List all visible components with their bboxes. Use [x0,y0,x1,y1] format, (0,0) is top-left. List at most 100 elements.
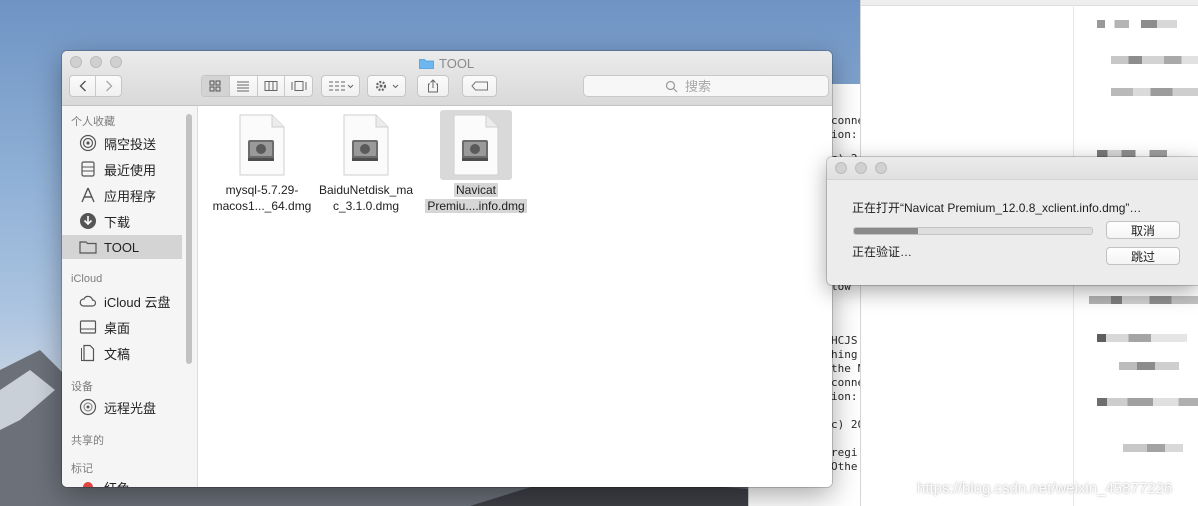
progress-fill [854,228,919,234]
file-browser: mysql-5.7.29- macos1..._64.dmg BaiduNetdi… [198,106,832,487]
sidebar-item-red-tag[interactable]: 红色 [62,475,182,487]
sidebar-item-label: 桌面 [104,320,131,336]
redacted-text [1111,88,1198,96]
redacted-text [1123,444,1183,452]
sidebar-item-label: 远程光盘 [104,400,157,416]
search-field[interactable] [583,75,829,97]
progress-bar [853,227,1093,235]
redacted-text [1097,398,1198,406]
file-name: BaiduNetdisk_ma c_3.1.0.dmg [318,183,414,213]
sidebar-section-icloud: iCloud [71,273,103,285]
column-view-button[interactable] [258,76,286,96]
finder-toolbar: TOOL [62,51,832,106]
terminal-line: hing [831,348,858,361]
minimize-button[interactable] [90,56,102,68]
terminal-line: Othe [831,460,858,473]
document-titlebar [861,0,1198,6]
tags-button[interactable] [462,75,497,97]
sidebar-item-label: 最近使用 [104,162,157,178]
minimize-button[interactable] [855,162,867,174]
redacted-text [1097,20,1177,28]
dmg-icon [330,110,402,180]
dmg-icon [440,110,512,180]
airdrop-icon [79,134,97,152]
group-by-button[interactable] [321,75,360,97]
terminal-line: regi [831,446,858,459]
file-name: mysql-5.7.29- macos1..._64.dmg [212,183,312,213]
chevron-right-icon [105,80,112,92]
sidebar-section-devices: 设备 [71,381,93,393]
gallery-view-button[interactable] [285,76,312,96]
terminal-line: HCJS [831,334,858,347]
dialog-status: 正在验证… [852,245,913,259]
sidebar-item-recents[interactable]: 最近使用 [62,157,182,181]
redacted-text [1119,362,1179,370]
redacted-text [1111,56,1198,64]
back-button[interactable] [70,76,96,96]
group-icon [328,81,353,91]
zoom-button[interactable] [110,56,122,68]
columns-icon [264,81,278,91]
terminal-line: ion: [831,128,858,141]
window-title: TOOL [419,55,474,71]
sidebar-scrollbar[interactable] [186,114,192,364]
disc-icon [79,398,97,416]
folder-icon [419,59,434,69]
share-icon [428,79,438,93]
sidebar-item-airdrop[interactable]: 隔空投送 [62,131,182,155]
recents-icon [79,160,97,178]
sidebar-item-downloads[interactable]: 下载 [62,209,182,233]
close-button[interactable] [835,162,847,174]
grid-icon [209,80,221,92]
skip-button[interactable]: 跳过 [1106,247,1180,265]
search-input[interactable] [683,77,747,95]
file-item-navicat[interactable]: Navicat Premiu....info.dmg [420,110,532,214]
sidebar-item-documents[interactable]: 文稿 [62,341,182,365]
sidebar-section-shared: 共享的 [71,435,104,447]
sidebar-item-applications[interactable]: 应用程序 [62,183,182,207]
documents-icon [79,344,97,362]
gallery-icon [291,81,307,91]
sidebar-item-icloud-drive[interactable]: iCloud 云盘 [62,289,182,313]
red-tag-icon [79,478,97,487]
sidebar: 个人收藏 隔空投送 最近使用 应用程序 下载 TOOL iCloud iClou… [62,106,198,487]
sidebar-item-label: 应用程序 [104,188,157,204]
share-button[interactable] [417,75,449,97]
forward-button[interactable] [96,76,121,96]
file-item-mysql[interactable]: mysql-5.7.29- macos1..._64.dmg [206,110,318,214]
sidebar-item-desktop[interactable]: 桌面 [62,315,182,339]
icon-view-button[interactable] [202,76,230,96]
applications-icon [79,186,97,204]
cancel-button[interactable]: 取消 [1106,221,1180,239]
zoom-button[interactable] [875,162,887,174]
sidebar-item-label: 红色 [104,478,130,488]
sidebar-item-remote-disc[interactable]: 远程光盘 [62,395,182,419]
dialog-titlebar [827,157,1198,180]
tag-icon [470,81,488,91]
sidebar-item-label: 文稿 [104,346,131,362]
search-icon [665,80,678,92]
list-view-button[interactable] [230,76,258,96]
window-title-text: TOOL [439,55,475,71]
action-menu-button[interactable] [367,75,406,97]
sidebar-section-tags: 标记 [71,463,93,475]
sidebar-section-favorites: 个人收藏 [71,116,115,128]
redacted-text [1097,334,1187,342]
sidebar-item-tool[interactable]: TOOL [62,235,182,259]
watermark-text: https://blog.csdn.net/weixin_45877226 [917,480,1173,497]
sidebar-item-label: iCloud 云盘 [104,294,171,310]
cloud-icon [79,292,97,310]
downloads-icon [79,212,97,230]
view-mode-control [201,75,313,97]
sidebar-item-label: 下载 [104,214,131,230]
close-button[interactable] [70,56,82,68]
list-icon [237,81,250,92]
folder-icon [79,238,97,256]
chevron-left-icon [79,80,86,92]
terminal-line: ion: [831,390,858,403]
desktop-icon [79,318,97,336]
file-item-baidunetdisk[interactable]: BaiduNetdisk_ma c_3.1.0.dmg [310,110,422,214]
gear-icon [375,80,398,92]
opening-dialog: 正在打开“Navicat Premium_12.0.8_xclient.info… [827,157,1198,285]
back-forward-control [69,75,122,97]
